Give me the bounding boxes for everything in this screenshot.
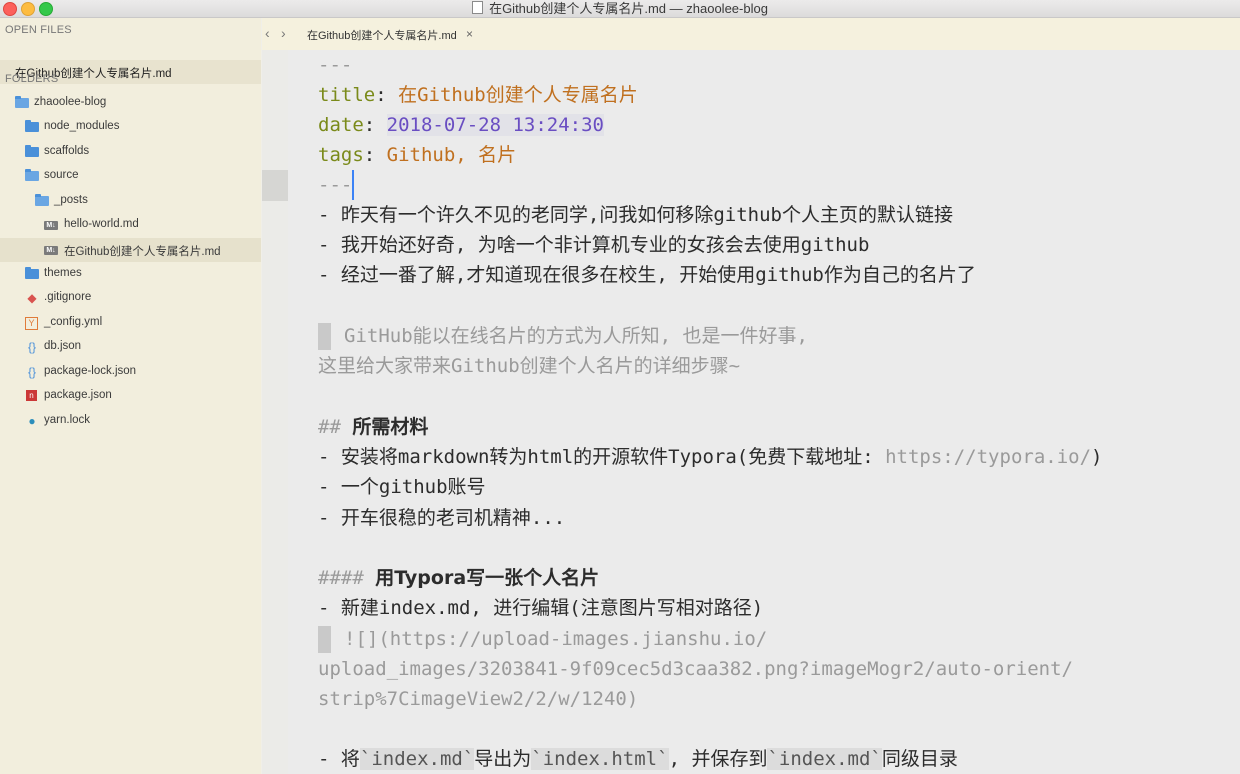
image-link-line-2: upload_images/3203841-9f09cec5d3caa382.p… <box>318 658 1073 680</box>
step-line-2: - 将`index.md`导出为`index.html`, 并保存到`index… <box>318 748 958 770</box>
heading-typora: #### 用Typora写一张个人名片 <box>318 567 600 589</box>
editor-area[interactable]: --- title: 在Github创建个人专属名片 date: 2018-07… <box>288 50 1240 774</box>
markdown-file-icon: M↓ <box>44 221 58 230</box>
editor-gutter <box>262 50 288 774</box>
npm-icon: n <box>26 390 37 401</box>
markdown-file-icon: M↓ <box>44 246 58 255</box>
material-line-3: - 开车很稳的老司机精神... <box>318 507 566 529</box>
git-icon: ◆ <box>27 291 37 305</box>
typora-link[interactable]: https://typora.io/ <box>885 446 1091 468</box>
list-line-1: - 昨天有一个许久不见的老同学,问我如何移除github个人主页的默认链接 <box>318 204 953 226</box>
folder-icon <box>25 120 39 132</box>
heading-materials: ## 所需材料 <box>318 416 429 438</box>
frontmatter-date: date: 2018-07-28 13:24:30 <box>318 114 604 136</box>
tree-item-themes[interactable]: themes <box>0 262 261 286</box>
image-marker <box>318 626 331 653</box>
sidebar: OPEN FILES 在Github创建个人专属名片.md FOLDERS zh… <box>0 18 261 774</box>
folder-icon <box>25 267 39 279</box>
text-cursor <box>352 170 355 200</box>
yaml-icon: Y <box>25 317 38 330</box>
folder-open-icon <box>25 169 39 181</box>
tree-item-current-file[interactable]: M↓ 在Github创建个人专属名片.md <box>0 238 261 262</box>
tree-item-zhaoolee-blog[interactable]: zhaoolee-blog <box>0 91 261 115</box>
tree-item-yarn-lock[interactable]: ● yarn.lock <box>0 409 261 433</box>
title-bar: 在Github创建个人专属名片.md — zhaoolee-blog <box>0 0 1240 18</box>
step-line-1: - 新建index.md, 进行编辑(注意图片写相对路径) <box>318 597 764 619</box>
document-icon <box>472 1 484 14</box>
folder-icon <box>25 145 39 157</box>
folder-open-icon <box>35 194 49 206</box>
list-line-2: - 我开始还好奇, 为啥一个非计算机专业的女孩会去使用github <box>318 234 870 256</box>
forward-arrow-icon[interactable]: › <box>281 25 286 41</box>
json-icon: {} <box>27 340 36 354</box>
folder-open-icon <box>15 96 29 108</box>
frontmatter-open: --- <box>318 54 353 76</box>
frontmatter-title: title: 在Github创建个人专属名片 <box>318 84 638 106</box>
frontmatter-tags: tags: Github, 名片 <box>318 144 517 166</box>
image-link-line-3: strip%7CimageView2/2/w/1240) <box>318 688 639 710</box>
yarn-icon: ● <box>28 414 36 428</box>
tree-item-db-json[interactable]: {} db.json <box>0 335 261 359</box>
open-files-header: OPEN FILES <box>5 24 72 36</box>
tab-current-file[interactable]: 在Github创建个人专属名片.md × <box>300 18 486 50</box>
tree-item-config-yml[interactable]: Y _config.yml <box>0 311 261 335</box>
frontmatter-close: --- <box>318 170 355 200</box>
material-line-1: - 安装将markdown转为html的开源软件Typora(免费下载地址: h… <box>318 446 1103 468</box>
json-icon: {} <box>27 365 36 379</box>
quote-line-2: 这里给大家带来Github创建个人名片的详细步骤~ <box>318 355 741 377</box>
back-arrow-icon[interactable]: ‹ <box>265 25 270 41</box>
gutter-highlight <box>262 170 288 201</box>
folders-header: FOLDERS <box>5 73 59 85</box>
window-title: 在Github创建个人专属名片.md — zhaoolee-blog <box>0 0 1240 17</box>
tab-bar: ‹ › 在Github创建个人专属名片.md × <box>262 18 1240 50</box>
close-tab-icon[interactable]: × <box>466 27 473 41</box>
tree-item-gitignore[interactable]: ◆ .gitignore <box>0 286 261 310</box>
tree-item-scaffolds[interactable]: scaffolds <box>0 140 261 164</box>
image-link-line-1: ![](https://upload-images.jianshu.io/ <box>318 624 767 654</box>
list-line-3: - 经过一番了解,才知道现在很多在校生, 开始使用github作为自己的名片了 <box>318 264 976 286</box>
tree-item-hello-world[interactable]: M↓ hello-world.md <box>0 213 261 237</box>
tree-item-node-modules[interactable]: node_modules <box>0 115 261 139</box>
tree-item-source[interactable]: source <box>0 164 261 188</box>
tree-item-package-json[interactable]: n package.json <box>0 384 261 408</box>
quote-line-1: GitHub能以在线名片的方式为人所知, 也是一件好事, <box>318 321 808 351</box>
tree-item-package-lock-json[interactable]: {} package-lock.json <box>0 360 261 384</box>
material-line-2: - 一个github账号 <box>318 476 486 498</box>
blockquote-bar <box>318 323 331 350</box>
tree-item-posts[interactable]: _posts <box>0 189 261 213</box>
